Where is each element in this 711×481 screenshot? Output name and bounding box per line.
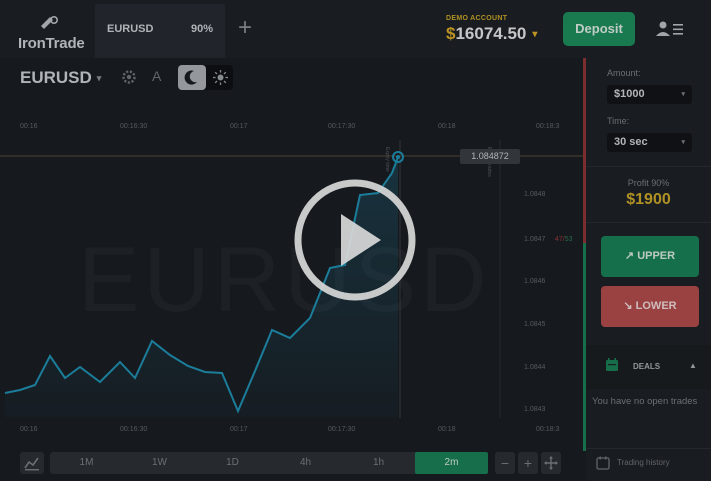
period-4h-button[interactable]: 4h bbox=[269, 452, 342, 474]
price-axis-label: 1.0843 bbox=[524, 406, 546, 413]
expiry-time-label: Expiry time bbox=[384, 147, 390, 172]
period-2m-button[interactable]: 2m bbox=[415, 452, 488, 474]
amount-label: Amount: bbox=[607, 68, 641, 78]
current-price-dot bbox=[396, 155, 400, 159]
price-axis-label: 1.0846 bbox=[524, 278, 546, 285]
zoom-out-button[interactable]: − bbox=[495, 452, 515, 474]
period-1m-button[interactable]: 1M bbox=[50, 452, 123, 474]
fit-chart-button[interactable] bbox=[541, 452, 561, 474]
period-selector: 1M 1W 1D 4h 1h 2m bbox=[50, 452, 488, 474]
trading-history-icon[interactable] bbox=[596, 456, 610, 470]
current-price-tag: 1.084872 bbox=[460, 149, 520, 164]
amount-select[interactable]: $1000 ▾ bbox=[607, 85, 692, 104]
lower-button-label: LOWER bbox=[635, 300, 677, 312]
profit-label: Profit 90% bbox=[627, 178, 670, 188]
user-menu-icon[interactable] bbox=[655, 20, 685, 38]
chevron-down-icon: ▾ bbox=[681, 139, 685, 146]
chevron-down-icon: ▾ bbox=[681, 91, 685, 98]
sentiment-up: 53 bbox=[564, 236, 573, 243]
amount-value: $1000 bbox=[614, 88, 645, 100]
period-1h-button[interactable]: 1h bbox=[342, 452, 415, 474]
chart-type-button[interactable] bbox=[20, 452, 44, 474]
price-axis-label: 1.0847 bbox=[524, 236, 546, 243]
time-label: Time: bbox=[607, 116, 630, 126]
move-icon bbox=[544, 456, 558, 470]
calendar-icon bbox=[606, 358, 618, 371]
period-1w-button[interactable]: 1W bbox=[123, 452, 196, 474]
play-icon[interactable] bbox=[293, 178, 417, 302]
sentiment-indicator: 47/53 bbox=[555, 236, 573, 243]
no-open-trades-message: You have no open trades bbox=[592, 396, 698, 407]
price-axis-label: 1.0845 bbox=[524, 321, 546, 328]
chart-type-icon bbox=[24, 457, 39, 471]
price-axis-label: 1.0844 bbox=[524, 364, 546, 371]
profit-value: $1900 bbox=[626, 191, 671, 208]
arrow-up-right-icon: ↗ bbox=[624, 250, 635, 262]
time-select[interactable]: 30 sec ▾ bbox=[607, 133, 692, 152]
panel-divider bbox=[586, 448, 711, 449]
arrow-down-right-icon: ↘ bbox=[623, 300, 633, 312]
upper-button-label: UPPER bbox=[637, 250, 676, 262]
zoom-in-button[interactable]: + bbox=[518, 452, 538, 474]
deals-label: DEALS bbox=[633, 362, 661, 371]
trading-history-link[interactable]: Trading history bbox=[617, 458, 670, 467]
panel-divider bbox=[586, 166, 711, 167]
chevron-up-icon[interactable]: ▲ bbox=[689, 361, 697, 370]
panel-divider bbox=[586, 222, 711, 223]
period-1d-button[interactable]: 1D bbox=[196, 452, 269, 474]
price-chart[interactable] bbox=[0, 0, 583, 447]
sentiment-down: 47 bbox=[555, 236, 563, 243]
upper-button[interactable]: ↗ UPPER bbox=[601, 236, 699, 277]
time-value: 30 sec bbox=[614, 136, 648, 148]
lower-button[interactable]: ↘ LOWER bbox=[601, 286, 699, 327]
price-axis-label: 1.0848 bbox=[524, 191, 546, 198]
